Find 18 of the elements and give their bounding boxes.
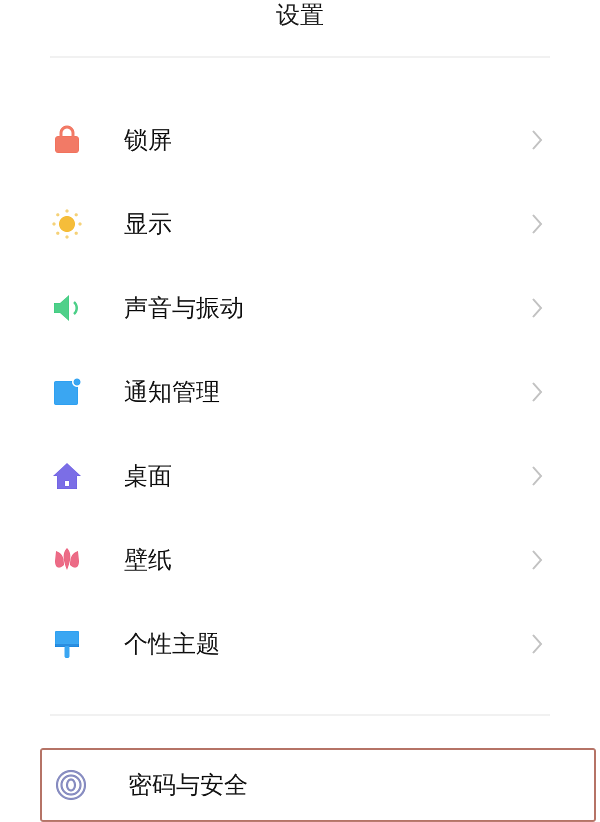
settings-item[interactable]: 密码与安全	[40, 748, 596, 822]
settings-item[interactable]: 锁屏	[0, 98, 600, 182]
sun-icon	[50, 207, 84, 241]
chevron-right-icon	[530, 381, 544, 403]
page-title: 设置	[276, 1, 324, 29]
chevron-right-icon	[530, 549, 544, 571]
settings-item[interactable]: 桌面	[0, 434, 600, 518]
chevron-right-icon	[530, 129, 544, 151]
chevron-right-icon	[530, 213, 544, 235]
settings-item[interactable]: 通知管理	[0, 350, 600, 434]
settings-item[interactable]: 壁纸	[0, 518, 600, 602]
fingerprint-icon	[54, 768, 88, 802]
settings-item[interactable]: 显示	[0, 182, 600, 266]
chevron-right-icon	[530, 633, 544, 655]
settings-item[interactable]: 声音与振动	[0, 266, 600, 350]
chevron-right-icon	[530, 465, 544, 487]
chevron-right-icon	[530, 297, 544, 319]
settings-item[interactable]: 个性主题	[0, 602, 600, 686]
